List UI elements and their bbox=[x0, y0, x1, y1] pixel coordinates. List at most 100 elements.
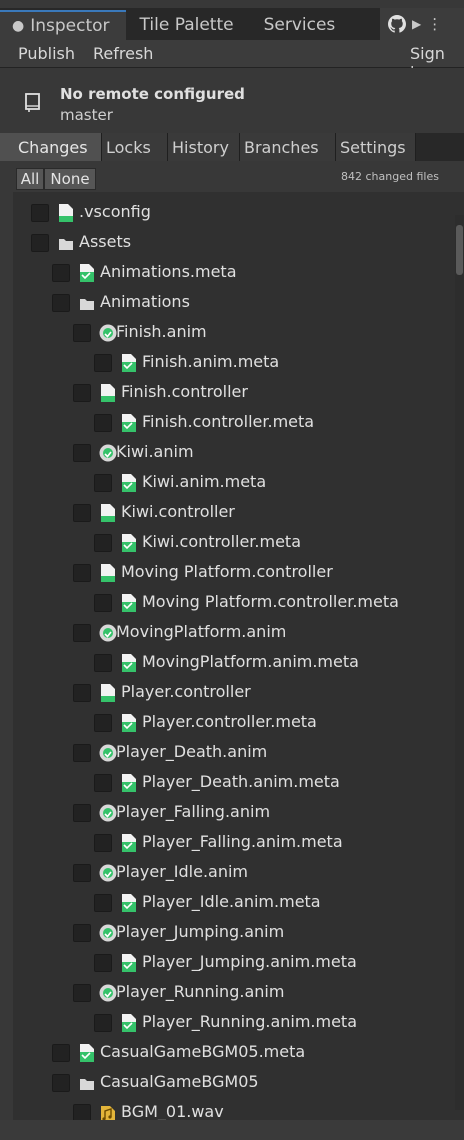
tree-row[interactable]: Assets bbox=[13, 228, 464, 258]
tree-row[interactable]: Player_Jumping.anim bbox=[13, 918, 464, 948]
row-checkbox[interactable] bbox=[94, 834, 112, 852]
tree-row[interactable]: Kiwi.anim bbox=[13, 438, 464, 468]
tab-changes[interactable]: Changes bbox=[0, 133, 102, 161]
animation-clip-icon bbox=[98, 863, 118, 883]
tab-inspector[interactable]: ● Inspector bbox=[0, 10, 126, 40]
tree-row[interactable]: Kiwi.controller.meta bbox=[13, 528, 464, 558]
tree-row[interactable]: Moving Platform.controller.meta bbox=[13, 588, 464, 618]
select-none-button[interactable]: None bbox=[44, 168, 96, 190]
tree-row-label: Assets bbox=[79, 232, 132, 251]
tree-row-label: Kiwi.controller bbox=[121, 502, 235, 521]
file-icon bbox=[100, 563, 116, 583]
row-checkbox[interactable] bbox=[94, 534, 112, 552]
tree-row-label: Player_Idle.anim.meta bbox=[142, 892, 321, 911]
more-menu-icon[interactable]: ⋮ bbox=[427, 15, 442, 33]
row-checkbox[interactable] bbox=[73, 924, 91, 942]
tree-row[interactable]: Finish.anim.meta bbox=[13, 348, 464, 378]
row-checkbox[interactable] bbox=[73, 984, 91, 1002]
tree-row[interactable]: Player.controller bbox=[13, 678, 464, 708]
tree-row[interactable]: Kiwi.controller bbox=[13, 498, 464, 528]
row-checkbox[interactable] bbox=[52, 264, 70, 282]
tab-settings[interactable]: Settings bbox=[336, 133, 416, 161]
tab-services[interactable]: Services bbox=[250, 10, 352, 40]
publish-button[interactable]: Publish bbox=[18, 44, 75, 63]
tab-history[interactable]: History bbox=[168, 133, 240, 161]
row-checkbox[interactable] bbox=[73, 444, 91, 462]
row-checkbox[interactable] bbox=[73, 684, 91, 702]
meta-file-icon bbox=[121, 473, 137, 493]
row-checkbox[interactable] bbox=[31, 204, 49, 222]
row-checkbox[interactable] bbox=[94, 894, 112, 912]
changed-files-count: 842 changed files bbox=[341, 170, 439, 183]
tree-row[interactable]: CasualGameBGM05 bbox=[13, 1068, 464, 1098]
refresh-button[interactable]: Refresh bbox=[93, 44, 153, 63]
tree-row[interactable]: Finish.controller bbox=[13, 378, 464, 408]
info-icon: ● bbox=[12, 18, 25, 34]
tab-tile-palette[interactable]: Tile Palette bbox=[126, 10, 250, 40]
tree-row-label: Player_Falling.anim.meta bbox=[142, 832, 343, 851]
row-checkbox[interactable] bbox=[73, 384, 91, 402]
tree-row[interactable]: Animations.meta bbox=[13, 258, 464, 288]
row-checkbox[interactable] bbox=[94, 474, 112, 492]
row-checkbox[interactable] bbox=[73, 864, 91, 882]
animation-clip-icon bbox=[98, 983, 118, 1003]
tree-row[interactable]: Player_Running.anim.meta bbox=[13, 1008, 464, 1038]
tree-row[interactable]: MovingPlatform.anim bbox=[13, 618, 464, 648]
tree-row[interactable]: Player_Jumping.anim.meta bbox=[13, 948, 464, 978]
row-checkbox[interactable] bbox=[31, 234, 49, 252]
row-checkbox[interactable] bbox=[73, 1104, 91, 1120]
tree-row[interactable]: Finish.controller.meta bbox=[13, 408, 464, 438]
row-checkbox[interactable] bbox=[94, 954, 112, 972]
tree-row[interactable]: Player.controller.meta bbox=[13, 708, 464, 738]
tree-row-label: CasualGameBGM05.meta bbox=[100, 1042, 306, 1061]
tree-row[interactable]: CasualGameBGM05.meta bbox=[13, 1038, 464, 1068]
tree-row[interactable]: .vsconfig bbox=[13, 198, 464, 228]
tree-scrollbar[interactable] bbox=[455, 215, 464, 1110]
tree-row-label: MovingPlatform.anim bbox=[116, 622, 287, 641]
row-checkbox[interactable] bbox=[73, 504, 91, 522]
tree-row[interactable]: Player_Running.anim bbox=[13, 978, 464, 1008]
row-checkbox[interactable] bbox=[94, 1014, 112, 1032]
select-all-button[interactable]: All bbox=[16, 168, 44, 190]
tree-row-label: Player_Jumping.anim bbox=[116, 922, 285, 941]
row-checkbox[interactable] bbox=[73, 324, 91, 342]
tree-row[interactable]: Player_Falling.anim.meta bbox=[13, 828, 464, 858]
tree-row[interactable]: Player_Idle.anim.meta bbox=[13, 888, 464, 918]
tab-github[interactable]: ▶ ⋮ bbox=[380, 8, 464, 40]
tree-row[interactable]: MovingPlatform.anim.meta bbox=[13, 648, 464, 678]
row-checkbox[interactable] bbox=[73, 804, 91, 822]
tree-row[interactable]: Player_Idle.anim bbox=[13, 858, 464, 888]
tree-row[interactable]: Animations bbox=[13, 288, 464, 318]
scrollbar-thumb[interactable] bbox=[456, 225, 463, 275]
tab-locks[interactable]: Locks bbox=[102, 133, 168, 161]
tab-branches[interactable]: Branches bbox=[240, 133, 336, 161]
tree-row[interactable]: Player_Death.anim bbox=[13, 738, 464, 768]
repository-book-icon bbox=[25, 93, 40, 112]
tree-row[interactable]: Player_Death.anim.meta bbox=[13, 768, 464, 798]
row-checkbox[interactable] bbox=[94, 414, 112, 432]
row-checkbox[interactable] bbox=[94, 654, 112, 672]
row-checkbox[interactable] bbox=[94, 774, 112, 792]
tree-row[interactable]: BGM_01.wav bbox=[13, 1098, 464, 1120]
tree-row-label: Finish.controller.meta bbox=[142, 412, 315, 431]
row-checkbox[interactable] bbox=[73, 624, 91, 642]
tab-overflow-arrow-icon[interactable]: ▶ bbox=[412, 17, 421, 31]
row-checkbox[interactable] bbox=[94, 354, 112, 372]
row-checkbox[interactable] bbox=[73, 564, 91, 582]
tree-row[interactable]: Kiwi.anim.meta bbox=[13, 468, 464, 498]
row-checkbox[interactable] bbox=[73, 744, 91, 762]
tree-row[interactable]: Moving Platform.controller bbox=[13, 558, 464, 588]
row-checkbox[interactable] bbox=[52, 1074, 70, 1092]
file-icon bbox=[100, 383, 116, 403]
row-checkbox[interactable] bbox=[52, 294, 70, 312]
tree-row-label: Player_Running.anim.meta bbox=[142, 1012, 358, 1031]
meta-file-icon bbox=[79, 263, 95, 283]
tree-row[interactable]: Player_Falling.anim bbox=[13, 798, 464, 828]
row-checkbox[interactable] bbox=[94, 714, 112, 732]
row-checkbox[interactable] bbox=[94, 594, 112, 612]
tree-row-label: Kiwi.anim.meta bbox=[142, 472, 267, 491]
row-checkbox[interactable] bbox=[52, 1044, 70, 1062]
folder-icon bbox=[58, 233, 74, 253]
tree-row[interactable]: Finish.anim bbox=[13, 318, 464, 348]
audio-file-icon bbox=[100, 1103, 116, 1120]
